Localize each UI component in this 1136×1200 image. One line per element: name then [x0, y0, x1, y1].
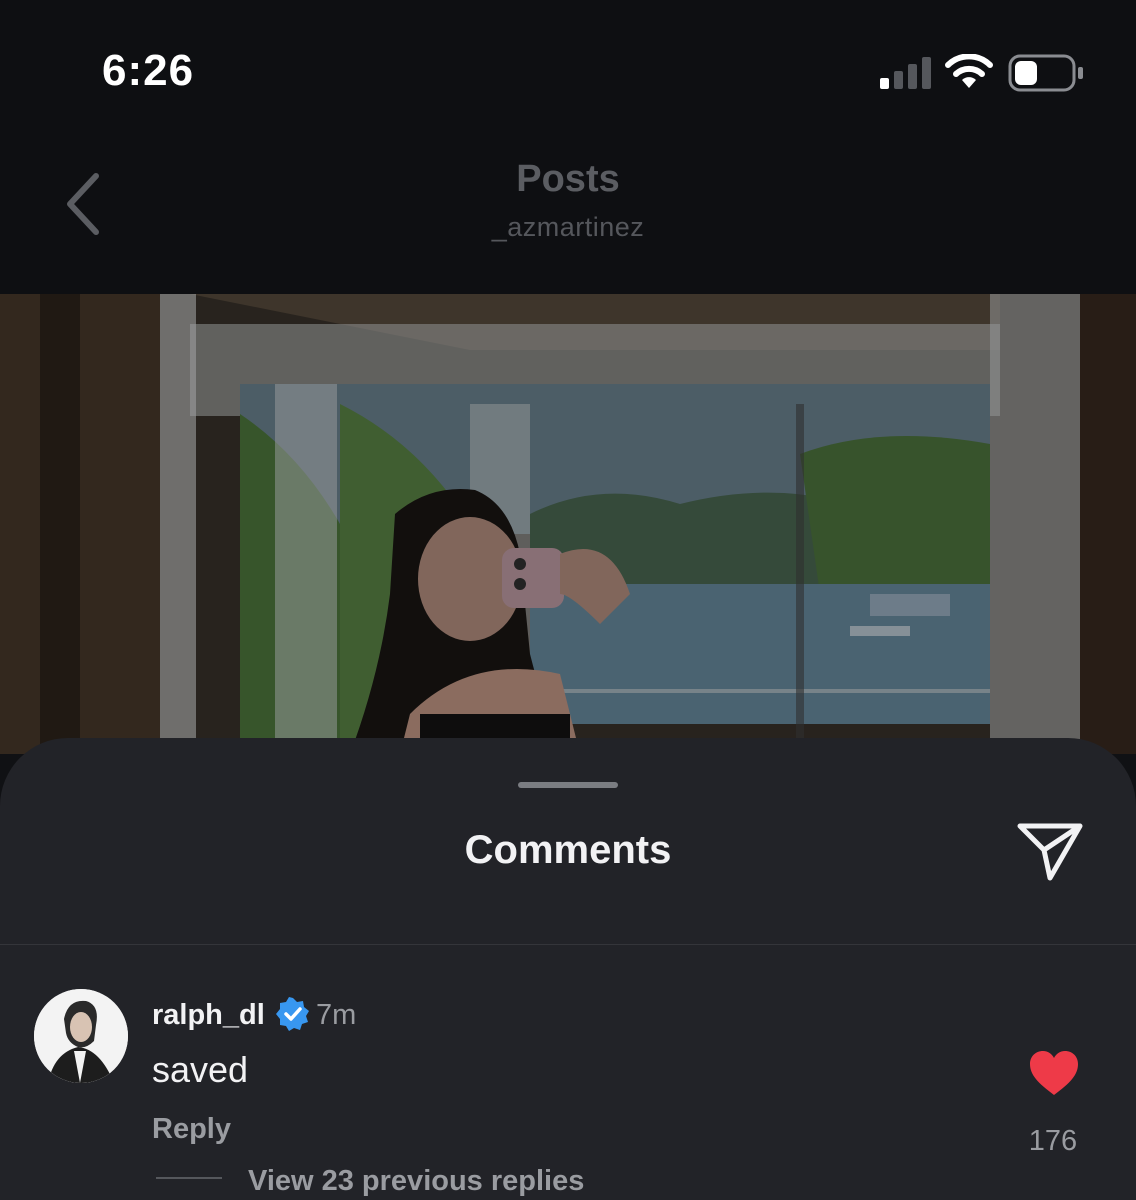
status-time: 6:26: [102, 46, 195, 95]
comment-username[interactable]: ralph_dl: [152, 999, 265, 1032]
comment-text: saved: [152, 1049, 249, 1090]
comment-timestamp: 7m: [316, 999, 357, 1031]
wifi-icon: [945, 54, 993, 88]
share-button[interactable]: [1014, 820, 1086, 884]
paper-plane-icon: [1017, 823, 1083, 881]
signal-icon: [880, 57, 931, 89]
drag-handle[interactable]: [518, 782, 618, 788]
screen: 6:26 Posts _azmartinez Comments ralph_dl…: [0, 0, 1136, 1200]
battery-icon: [1008, 54, 1083, 92]
comment-item: ralph_dl 7m saved Reply 176 View 23 prev…: [0, 945, 1136, 1200]
avatar-image: [34, 989, 128, 1083]
nav-header: Posts _azmartinez: [0, 140, 1136, 294]
status-bar: 6:26: [0, 0, 1136, 140]
verified-badge-icon: [276, 997, 309, 1031]
like-count: 176: [1028, 1125, 1078, 1157]
comments-sheet: Comments ralph_dl 7m saved Reply 176 Vie…: [0, 738, 1136, 1200]
page-subtitle-username[interactable]: _azmartinez: [0, 212, 1136, 243]
view-replies-button[interactable]: View 23 previous replies: [248, 1165, 584, 1198]
post-photo: [0, 294, 1136, 754]
post-image[interactable]: [0, 294, 1136, 754]
heart-icon: [1030, 1051, 1078, 1095]
page-title: Posts: [516, 158, 620, 200]
reply-button[interactable]: Reply: [152, 1113, 231, 1146]
avatar[interactable]: [34, 989, 128, 1083]
comments-title: Comments: [464, 828, 672, 872]
like-button[interactable]: [1028, 1049, 1080, 1097]
replies-divider-line: [156, 1177, 222, 1179]
